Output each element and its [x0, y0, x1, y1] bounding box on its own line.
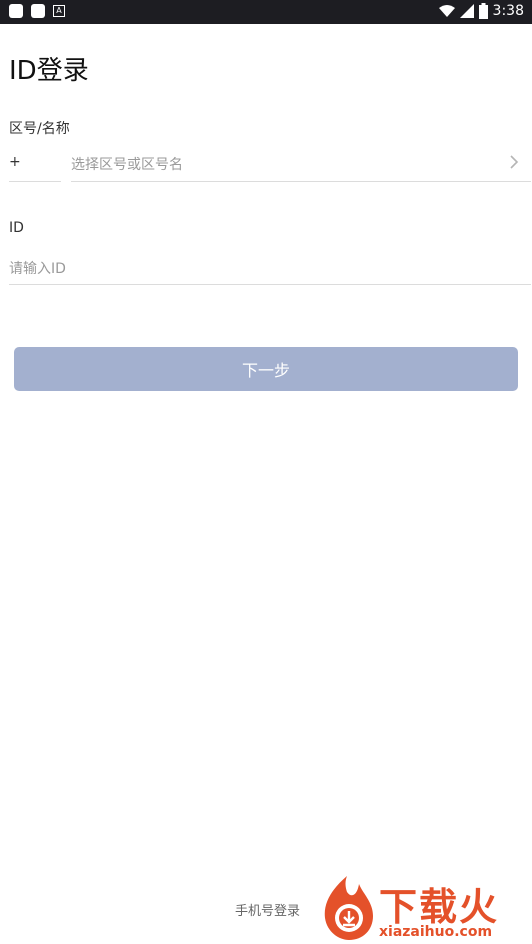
watermark-brand: 下载火: [379, 885, 500, 929]
status-notification-icons: A: [9, 4, 65, 18]
wifi-icon: [438, 5, 455, 17]
plus-sign: +: [9, 154, 21, 170]
status-time: 3:38: [492, 3, 524, 19]
battery-icon: [478, 3, 488, 19]
next-button-label: 下一步: [241, 361, 290, 380]
phone-login-link[interactable]: 手机号登录: [235, 900, 300, 919]
id-input[interactable]: 请输入ID: [9, 250, 531, 285]
chevron-right-icon: [510, 155, 519, 169]
flame-download-icon: [324, 876, 373, 940]
region-selector[interactable]: 选择区号或区号名: [71, 144, 531, 182]
page-title: ID登录: [9, 56, 89, 86]
watermark-url: xiazaihuo.com: [379, 924, 493, 940]
id-label: ID: [9, 220, 24, 236]
region-field-row: + 选择区号或区号名: [9, 144, 531, 182]
notification-icon: [9, 4, 23, 18]
app-notification-icon: A: [53, 5, 65, 17]
region-label: 区号/名称: [9, 121, 70, 137]
watermark-logo: 下载火 xiazaihuo.com: [315, 872, 527, 942]
region-placeholder: 选择区号或区号名: [71, 157, 183, 173]
cellular-signal-icon: [459, 4, 474, 18]
notification-icon: [31, 4, 45, 18]
next-button[interactable]: 下一步: [14, 347, 518, 391]
id-placeholder: 请输入ID: [9, 261, 66, 277]
status-bar: A 3:38: [0, 0, 532, 24]
country-code-input[interactable]: +: [9, 144, 61, 182]
status-indicators: 3:38: [438, 3, 524, 19]
